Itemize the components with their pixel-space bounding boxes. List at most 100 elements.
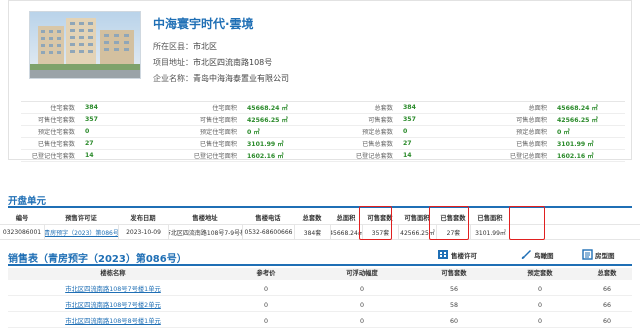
stats-row: 已登记住宅套数 14 已登记住宅面积 1602.16 ㎡ 已登记总套数 14 已登记总… xyxy=(21,150,625,162)
sales-divider xyxy=(8,264,632,266)
unit-total-area: 45668.24㎡ xyxy=(330,225,362,239)
sales-row: 市北区四流南路108号7号楼1单元 0 0 56 0 66 xyxy=(8,284,632,296)
unit-date: 2023-10-09 xyxy=(118,225,168,239)
units-section-title: 开盘单元 xyxy=(8,196,47,207)
reserved-count: 0 xyxy=(537,318,542,325)
permit-tool-button[interactable]: 售楼许可 xyxy=(437,249,477,260)
sales-header-cell: 参考价 xyxy=(256,270,276,277)
stat-label: 已登记总套数 xyxy=(355,153,393,160)
total-count: 66 xyxy=(602,302,611,309)
stat-label: 预定住宅套数 xyxy=(37,129,75,136)
ref-price: 0 xyxy=(263,318,268,325)
building-link[interactable]: 市北区四流南路108号7号楼1单元 xyxy=(8,284,218,296)
stat-value: 27 xyxy=(403,140,412,147)
stat-value: 14 xyxy=(403,152,412,159)
unit-id: 0323086001 xyxy=(2,228,42,236)
stat-value: 0 xyxy=(403,128,408,135)
project-title: 中海寰宇时代·雲境 xyxy=(153,17,254,31)
stat-label: 已售总面积 xyxy=(516,141,547,148)
sales-header-cell: 可浮动幅度 xyxy=(346,270,378,277)
stat-value: 27 xyxy=(85,140,94,147)
stats-grid: 住宅套数 384 住宅面积 45668.24 ㎡ 总套数 384 总面积 45668.2… xyxy=(21,101,625,162)
aerial-view-button[interactable]: 鸟瞰图 xyxy=(520,249,554,260)
stat-value: 0 ㎡ xyxy=(557,129,570,136)
building-icon xyxy=(437,249,449,260)
unit-phone: 0532-68600666 xyxy=(242,225,294,239)
company-line: 企业名称：青岛中海海泰置业有限公司 xyxy=(153,73,289,84)
stat-label: 已登记住宅套数 xyxy=(31,153,75,160)
address-value: 市北区四流南路108号 xyxy=(193,58,273,67)
stat-label: 住宅套数 xyxy=(50,105,75,112)
ref-price: 0 xyxy=(263,302,268,309)
stat-value: 0 xyxy=(85,128,90,135)
units-header-cell: 总面积 xyxy=(336,215,356,222)
float-range: 0 xyxy=(359,286,364,293)
reserved-count: 0 xyxy=(537,302,542,309)
units-header-cell: 售楼地址 xyxy=(192,215,218,222)
presale-permit-link[interactable]: 青房预字（2023）第086号 xyxy=(44,225,118,239)
stat-value: 45668.24 ㎡ xyxy=(557,105,598,112)
floor-plan-button[interactable]: 房型图 xyxy=(582,249,615,260)
stat-label: 已售住宅面积 xyxy=(199,141,237,148)
stat-value: 3101.99 ㎡ xyxy=(247,141,284,148)
stat-label: 预定总面积 xyxy=(516,129,547,136)
reserved-count: 0 xyxy=(537,286,542,293)
stat-label: 已售总套数 xyxy=(362,141,393,148)
stat-value: 45668.24 ㎡ xyxy=(247,105,288,112)
units-header-cell: 总套数 xyxy=(302,215,322,222)
company-label: 企业名称： xyxy=(153,74,193,83)
sales-header-cell: 预定套数 xyxy=(527,270,553,277)
stat-label: 可售住宅套数 xyxy=(37,117,75,124)
stat-label: 预定住宅面积 xyxy=(199,129,237,136)
unit-sales-address: 市北区四流南路108号7-9号楼 xyxy=(168,225,242,239)
sales-header-row: 楼栋名称 参考价 可浮动幅度 可售套数 预定套数 总套数 xyxy=(8,268,632,280)
stat-label: 可售住宅面积 xyxy=(199,117,237,124)
stat-value: 357 xyxy=(403,116,416,123)
float-range: 0 xyxy=(359,302,364,309)
stat-label: 已登记总面积 xyxy=(509,153,547,160)
stat-label: 可售套数 xyxy=(368,117,393,124)
sales-row: 市北区四流南路108号8号楼1单元 0 0 60 0 60 xyxy=(8,316,632,328)
available-count: 58 xyxy=(449,302,458,309)
building-link[interactable]: 市北区四流南路108号8号楼1单元 xyxy=(8,316,218,328)
highlight-box-available xyxy=(429,206,469,240)
stats-row: 预定住宅套数 0 预定住宅面积 0 ㎡ 预定总套数 0 预定总面积 0 ㎡ xyxy=(21,126,625,138)
stat-value: 42566.25 ㎡ xyxy=(247,117,288,124)
stat-label: 总套数 xyxy=(374,105,393,112)
project-photo[interactable] xyxy=(29,11,141,79)
district-line: 所在区县：市北区 xyxy=(153,41,217,52)
float-range: 0 xyxy=(359,318,364,325)
stat-value: 357 xyxy=(85,116,98,123)
units-header-cell: 预售许可证 xyxy=(65,215,97,222)
district-value: 市北区 xyxy=(193,42,217,51)
project-card: 中海寰宇时代·雲境 所在区县：市北区 项目地址：市北区四流南路108号 企业名称… xyxy=(8,0,632,162)
highlight-box-sold xyxy=(509,206,545,240)
address-line: 项目地址：市北区四流南路108号 xyxy=(153,57,272,68)
stat-label: 住宅面积 xyxy=(212,105,237,112)
available-count: 60 xyxy=(449,318,458,325)
highlight-box-total xyxy=(359,206,392,240)
total-count: 66 xyxy=(602,286,611,293)
total-count: 60 xyxy=(602,318,611,325)
stat-value: 0 ㎡ xyxy=(247,129,260,136)
stat-label: 可售总面积 xyxy=(516,117,547,124)
stats-row: 已售住宅套数 27 已售住宅面积 3101.99 ㎡ 已售总套数 27 已售总面积 31… xyxy=(21,138,625,150)
stat-label: 已登记住宅面积 xyxy=(193,153,237,160)
floor-plan-label: 房型图 xyxy=(595,251,615,260)
stat-value: 42566.25 ㎡ xyxy=(557,117,598,124)
stat-value: 1602.16 ㎡ xyxy=(247,153,284,160)
building-link[interactable]: 市北区四流南路108号7号楼2单元 xyxy=(8,300,218,312)
stats-row: 住宅套数 384 住宅面积 45668.24 ㎡ 总套数 384 总面积 45668.2… xyxy=(21,102,625,114)
paint-brush-icon xyxy=(520,249,532,260)
units-header-cell: 售楼电话 xyxy=(255,215,281,222)
unit-total-count: 384套 xyxy=(294,225,330,239)
stat-value: 384 xyxy=(403,104,416,111)
document-icon xyxy=(582,249,593,260)
stat-label: 总面积 xyxy=(528,105,547,112)
company-value: 青岛中海海泰置业有限公司 xyxy=(193,74,289,83)
stat-label: 预定总套数 xyxy=(362,129,393,136)
stat-label: 已售住宅套数 xyxy=(37,141,75,148)
stat-value: 384 xyxy=(85,104,98,111)
sales-header-cell: 总套数 xyxy=(597,270,617,277)
stat-value: 14 xyxy=(85,152,94,159)
